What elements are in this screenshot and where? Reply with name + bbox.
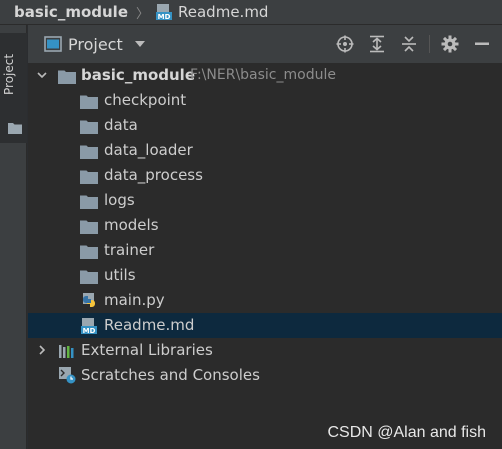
settings-button[interactable] bbox=[438, 32, 462, 56]
tree-folder-row[interactable]: data_process bbox=[28, 163, 502, 188]
project-tool-tab-label: Project bbox=[2, 53, 16, 95]
minimize-icon bbox=[475, 42, 489, 45]
watermark-text: CSDN @Alan and fish bbox=[327, 424, 486, 441]
markdown-file-icon: MD bbox=[156, 4, 173, 21]
tree-file-row[interactable]: main.py bbox=[28, 288, 502, 313]
external-libraries-label: External Libraries bbox=[81, 341, 213, 359]
folder-icon bbox=[80, 167, 98, 185]
left-tool-strip: Project bbox=[0, 25, 27, 449]
project-tool-tab[interactable]: Project bbox=[0, 33, 27, 143]
folder-icon bbox=[58, 67, 76, 85]
tree-folder-label: utils bbox=[104, 266, 136, 284]
folder-icon bbox=[80, 92, 98, 110]
collapse-all-icon bbox=[402, 36, 416, 52]
project-view-selector[interactable]: Project bbox=[44, 32, 145, 56]
folder-icon bbox=[80, 217, 98, 235]
tree-folder-label: data_process bbox=[104, 166, 203, 184]
project-panel: Project basic_module F:\NER\basic_module… bbox=[28, 25, 502, 449]
tree-root-row[interactable]: basic_module F:\NER\basic_module bbox=[28, 63, 502, 88]
scratches-label: Scratches and Consoles bbox=[81, 366, 260, 384]
tree-folder-label: checkpoint bbox=[104, 91, 187, 109]
project-tree: basic_module F:\NER\basic_module checkpo… bbox=[28, 63, 502, 388]
tree-file-row-selected[interactable]: MD Readme.md bbox=[28, 313, 502, 338]
folder-icon bbox=[8, 123, 22, 134]
tree-folder-row[interactable]: utils bbox=[28, 263, 502, 288]
python-file-icon bbox=[80, 292, 98, 310]
project-panel-header: Project bbox=[28, 25, 502, 63]
libraries-icon bbox=[58, 342, 76, 360]
tree-folder-row[interactable]: data_loader bbox=[28, 138, 502, 163]
locate-target-icon bbox=[336, 35, 354, 53]
scratches-row[interactable]: Scratches and Consoles bbox=[28, 363, 502, 388]
svg-text:MD: MD bbox=[158, 13, 171, 21]
external-libraries-row[interactable]: External Libraries bbox=[28, 338, 502, 363]
navigation-breadcrumb: basic_module 〉 MD Readme.md bbox=[0, 0, 502, 25]
expand-all-icon bbox=[370, 35, 384, 53]
tree-file-label: Readme.md bbox=[104, 316, 195, 334]
breadcrumb-file[interactable]: MD Readme.md bbox=[155, 3, 268, 21]
tree-root-path: F:\NER\basic_module bbox=[190, 67, 336, 83]
tree-folder-row[interactable]: checkpoint bbox=[28, 88, 502, 113]
tree-folder-label: models bbox=[104, 216, 159, 234]
tree-root-label: basic_module bbox=[81, 66, 195, 84]
tree-folder-row[interactable]: data bbox=[28, 113, 502, 138]
tree-folder-row[interactable]: trainer bbox=[28, 238, 502, 263]
project-view-icon bbox=[44, 36, 62, 52]
tree-folder-label: data_loader bbox=[104, 141, 193, 159]
folder-icon bbox=[80, 242, 98, 260]
tree-folder-label: data bbox=[104, 116, 138, 134]
scratches-icon bbox=[58, 366, 76, 384]
folder-icon bbox=[80, 142, 98, 160]
minimize-panel-button[interactable] bbox=[470, 32, 494, 56]
breadcrumb-separator-icon: 〉 bbox=[136, 6, 150, 22]
tree-folder-label: trainer bbox=[104, 241, 155, 259]
panel-toolbar bbox=[325, 25, 494, 63]
tree-folder-row[interactable]: logs bbox=[28, 188, 502, 213]
tree-folder-label: logs bbox=[104, 191, 135, 209]
toolbar-divider bbox=[429, 35, 430, 53]
folder-icon bbox=[80, 267, 98, 285]
folder-icon bbox=[80, 117, 98, 135]
project-view-label: Project bbox=[68, 34, 123, 54]
tree-folder-row[interactable]: models bbox=[28, 213, 502, 238]
chevron-down-icon[interactable] bbox=[36, 69, 48, 81]
locate-file-button[interactable] bbox=[333, 32, 357, 56]
folder-icon bbox=[80, 192, 98, 210]
chevron-right-icon[interactable] bbox=[36, 344, 48, 356]
gear-icon bbox=[441, 35, 459, 53]
expand-all-button[interactable] bbox=[365, 32, 389, 56]
tree-file-label: main.py bbox=[104, 291, 165, 309]
chevron-down-icon bbox=[134, 41, 145, 47]
markdown-file-icon: MD bbox=[80, 317, 98, 335]
collapse-all-button[interactable] bbox=[397, 32, 421, 56]
breadcrumb-file-label: Readme.md bbox=[178, 3, 269, 21]
breadcrumb-project[interactable]: basic_module bbox=[14, 3, 128, 21]
svg-text:MD: MD bbox=[83, 327, 96, 335]
